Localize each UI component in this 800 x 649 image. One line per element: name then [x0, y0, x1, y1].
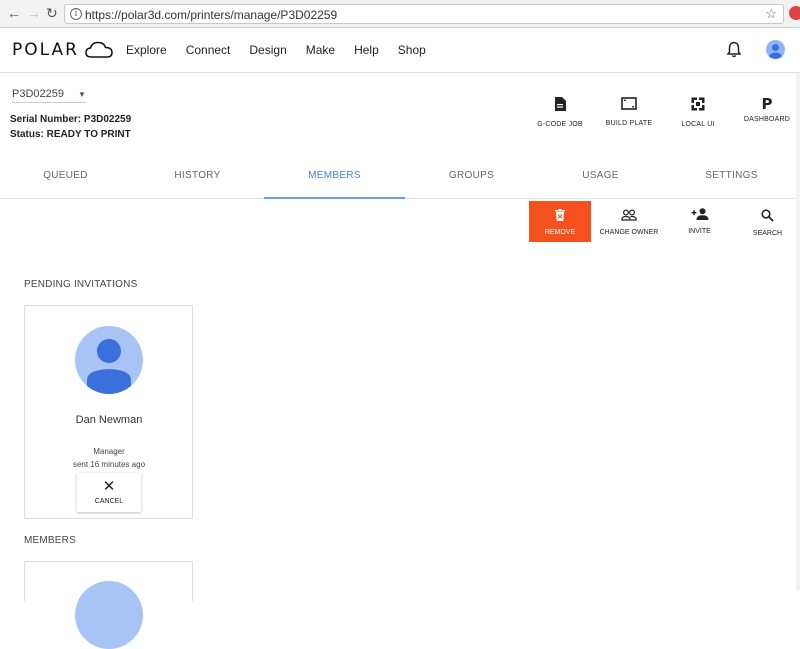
user-icon: [769, 44, 782, 59]
local-ui-icon: [691, 97, 705, 111]
dropdown-caret-icon: ▼: [78, 89, 86, 99]
tab-members[interactable]: MEMBERS: [264, 160, 405, 199]
invite-sent-time: sent 16 minutes ago: [72, 460, 146, 469]
member-card: [24, 561, 193, 649]
cloud-logo-icon: [85, 41, 113, 58]
bell-icon[interactable]: [726, 41, 742, 58]
invite-button[interactable]: INVITE: [668, 201, 731, 242]
member-avatar: [75, 326, 143, 394]
nav-explore[interactable]: Explore: [126, 43, 167, 57]
main-nav: Explore Connect Design Make Help Shop: [126, 43, 445, 57]
tab-settings[interactable]: SETTINGS: [666, 160, 797, 199]
person-icon: [87, 339, 131, 394]
search-button[interactable]: SEARCH: [736, 201, 799, 242]
cancel-invite-button[interactable]: ✕ CANCEL: [77, 473, 141, 512]
build-plate-button[interactable]: BUILD PLATE: [596, 97, 662, 127]
tab-groups[interactable]: GROUPS: [406, 160, 537, 199]
serial-number: Serial Number: P3D02259: [10, 114, 132, 125]
change-owner-button[interactable]: CHANGE OWNER: [597, 201, 661, 242]
pending-invite-card: Dan Newman Manager sent 16 minutes ago ✕…: [24, 305, 193, 519]
user-avatar[interactable]: [766, 40, 785, 59]
page-scrollbar[interactable]: [796, 73, 800, 591]
polar-logo[interactable]: POLAR: [12, 40, 113, 60]
nav-design[interactable]: Design: [249, 43, 286, 57]
trash-icon: [555, 209, 565, 221]
printer-select-value: P3D02259: [12, 88, 64, 100]
printer-select[interactable]: P3D02259 ▼: [12, 88, 86, 103]
bookmark-star-icon[interactable]: ☆: [765, 6, 777, 22]
info-icon[interactable]: i: [70, 8, 82, 20]
gcode-job-button[interactable]: G-CODE JOB: [527, 97, 593, 128]
nav-connect[interactable]: Connect: [186, 43, 231, 57]
back-icon[interactable]: ←: [7, 5, 21, 21]
add-person-icon: [691, 208, 708, 220]
member-avatar: [75, 581, 143, 649]
nav-shop[interactable]: Shop: [398, 43, 426, 57]
member-name: Dan Newman: [75, 414, 143, 426]
tab-history[interactable]: HISTORY: [132, 160, 263, 199]
url-text: https://polar3d.com/printers/manage/P3D0…: [85, 8, 338, 22]
local-ui-button[interactable]: LOCAL UI: [665, 97, 731, 128]
dashboard-button[interactable]: P DASHBOARD: [734, 95, 800, 124]
logo-text: POLAR: [12, 40, 79, 60]
document-icon: [555, 97, 566, 111]
people-icon: [621, 209, 637, 221]
tab-queued[interactable]: QUEUED: [0, 160, 131, 199]
pending-invitations-heading: PENDING INVITATIONS: [24, 279, 138, 290]
printer-status: Status: READY TO PRINT: [10, 129, 131, 140]
remove-button[interactable]: REMOVE: [529, 201, 591, 242]
build-plate-icon: [621, 97, 637, 110]
address-bar[interactable]: i https://polar3d.com/printers/manage/P3…: [64, 4, 784, 24]
printer-tabs: QUEUED HISTORY MEMBERS GROUPS USAGE SETT…: [0, 160, 800, 199]
tab-usage[interactable]: USAGE: [535, 160, 666, 199]
reload-icon[interactable]: ↻: [46, 5, 58, 22]
extension-icon[interactable]: [789, 6, 800, 20]
search-icon: [761, 209, 774, 222]
browser-toolbar: ← → ↻ i https://polar3d.com/printers/man…: [0, 0, 800, 28]
nav-help[interactable]: Help: [354, 43, 379, 57]
members-heading: MEMBERS: [24, 535, 76, 546]
nav-make[interactable]: Make: [306, 43, 335, 57]
polar-p-icon: P: [761, 95, 773, 113]
member-role: Manager: [93, 447, 125, 456]
forward-icon[interactable]: →: [27, 5, 41, 21]
close-icon: ✕: [102, 478, 116, 495]
app-header: POLAR Explore Connect Design Make Help S…: [0, 28, 800, 73]
